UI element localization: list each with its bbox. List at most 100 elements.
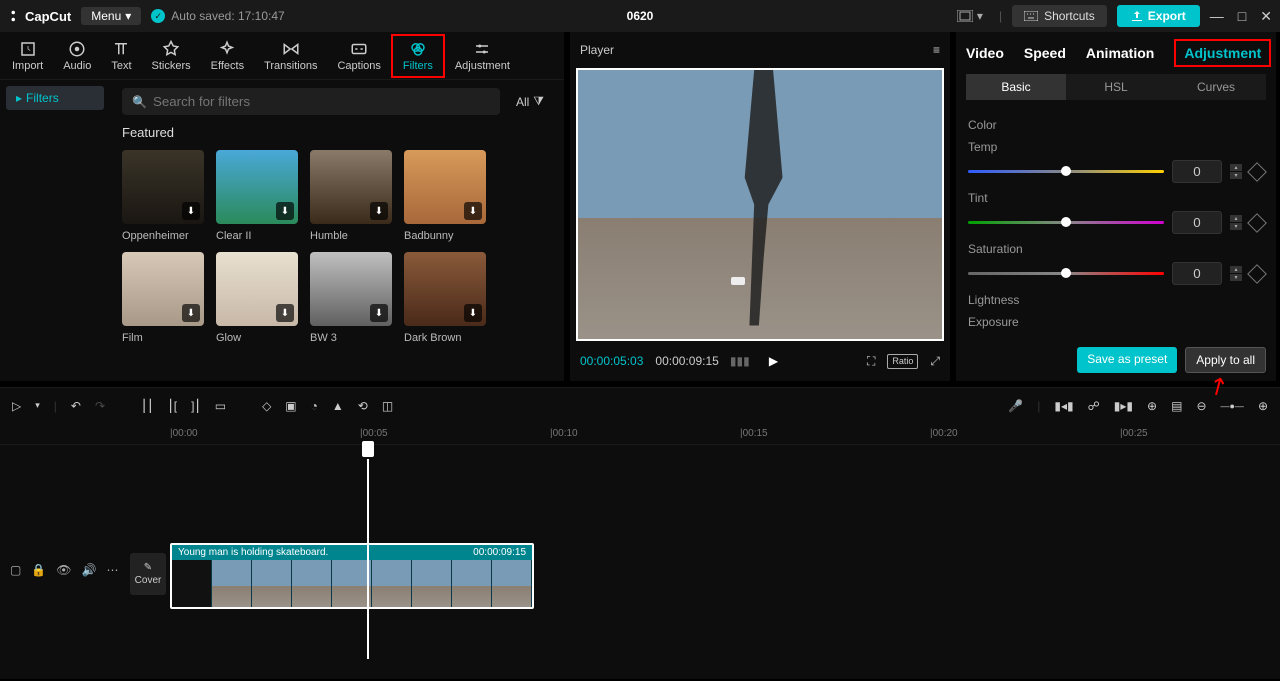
- download-icon: ⬇: [276, 304, 294, 322]
- saturation-input[interactable]: [1172, 262, 1222, 285]
- player-canvas[interactable]: [576, 68, 944, 341]
- tab-audio[interactable]: Audio: [53, 36, 101, 76]
- tab-effects[interactable]: Effects: [201, 36, 254, 76]
- temp-spinner[interactable]: ▴▾: [1230, 164, 1242, 179]
- sat-spinner[interactable]: ▴▾: [1230, 266, 1242, 281]
- tab-video[interactable]: Video: [966, 45, 1004, 61]
- chevron-down-icon[interactable]: ▾: [35, 400, 40, 411]
- export-button[interactable]: Export: [1117, 5, 1200, 27]
- mute-track-icon[interactable]: 🔊: [82, 563, 97, 577]
- temp-input[interactable]: [1172, 160, 1222, 183]
- tab-animation[interactable]: Animation: [1086, 45, 1154, 61]
- subtab-curves[interactable]: Curves: [1166, 74, 1266, 100]
- marker-icon[interactable]: ◇: [262, 399, 271, 413]
- tint-slider[interactable]: [968, 221, 1164, 224]
- text-icon: [112, 40, 130, 58]
- play-button[interactable]: ▶: [769, 354, 778, 368]
- scan-icon[interactable]: ⛶: [867, 354, 875, 369]
- timeline-ruler[interactable]: |00:00 |00:05 |00:10 |00:15 |00:20 |00:2…: [0, 423, 1280, 445]
- keyframe-icon[interactable]: [1247, 162, 1267, 182]
- apply-to-all-button[interactable]: Apply to all: [1185, 347, 1266, 373]
- cover-button[interactable]: ✎ Cover: [130, 553, 166, 595]
- tint-spinner[interactable]: ▴▾: [1230, 215, 1242, 230]
- aspect-ratio-button[interactable]: ▾: [951, 6, 989, 26]
- filter-card[interactable]: ⬇BW 3: [310, 252, 392, 344]
- current-time: 00:00:05:03: [580, 354, 643, 368]
- filter-funnel-icon: ⧩: [533, 94, 544, 109]
- tab-stickers[interactable]: Stickers: [142, 36, 201, 76]
- search-icon: 🔍: [132, 95, 147, 109]
- chevron-down-icon: ▾: [125, 9, 131, 23]
- filter-card[interactable]: ⬇Glow: [216, 252, 298, 344]
- filter-card[interactable]: ⬇Film: [122, 252, 204, 344]
- keyframe-icon[interactable]: [1247, 264, 1267, 284]
- layers-icon[interactable]: ▤: [1171, 399, 1182, 413]
- filter-card[interactable]: ⬇Oppenheimer: [122, 150, 204, 242]
- show-track-icon[interactable]: 👁: [56, 563, 71, 577]
- trim-right-icon[interactable]: ]⎮: [191, 399, 201, 413]
- split-icon[interactable]: ⎮⎮: [141, 399, 154, 413]
- snap-icon[interactable]: ▮◂▮: [1054, 399, 1073, 413]
- zoom-slider-icon[interactable]: —●—: [1221, 401, 1244, 411]
- maximize-button[interactable]: □: [1238, 8, 1246, 25]
- video-clip[interactable]: Young man is holding skateboard. 00:00:0…: [170, 543, 534, 609]
- tint-input[interactable]: [1172, 211, 1222, 234]
- zoom-out-icon[interactable]: ⊖: [1196, 399, 1206, 413]
- minimize-button[interactable]: —: [1210, 8, 1224, 25]
- filter-card[interactable]: ⬇Clear II: [216, 150, 298, 242]
- filter-card[interactable]: ⬇Humble: [310, 150, 392, 242]
- zoom-in-icon[interactable]: ⊕: [1258, 399, 1268, 413]
- search-filters-input[interactable]: 🔍: [122, 88, 500, 115]
- trim-left-icon[interactable]: ⎮[: [168, 399, 178, 413]
- tab-transitions[interactable]: Transitions: [254, 36, 327, 76]
- player-panel: Player ≡ 00:00:05:03 00:00:09:15 ▮▮▮ ▶ ⛶…: [570, 32, 950, 381]
- player-controls: 00:00:05:03 00:00:09:15 ▮▮▮ ▶ ⛶ Ratio ⤢: [570, 341, 950, 381]
- menu-button[interactable]: Menu ▾: [81, 7, 141, 25]
- filter-card[interactable]: ⬇Badbunny: [404, 150, 486, 242]
- download-icon: ⬇: [464, 304, 482, 322]
- close-button[interactable]: ✕: [1260, 8, 1272, 25]
- cursor-tool-icon[interactable]: ▷: [12, 399, 21, 413]
- tab-filters[interactable]: Filters: [391, 34, 445, 78]
- effects-icon: [218, 40, 236, 58]
- crop-icon[interactable]: ◫: [382, 399, 393, 413]
- subtab-hsl[interactable]: HSL: [1066, 74, 1166, 100]
- ratio-button[interactable]: Ratio: [887, 354, 918, 369]
- mic-icon[interactable]: 🎤: [1008, 399, 1023, 413]
- lock-track-icon[interactable]: 🔒: [31, 563, 46, 577]
- track-more-icon[interactable]: ⋯: [106, 563, 118, 577]
- rotate-icon[interactable]: ⟲: [358, 399, 368, 413]
- undo-icon[interactable]: ↶: [71, 399, 81, 413]
- temp-slider[interactable]: [968, 170, 1164, 173]
- preview-snap-icon[interactable]: ▮▸▮: [1114, 399, 1133, 413]
- tab-adjustment[interactable]: Adjustment: [1174, 39, 1271, 67]
- saturation-slider[interactable]: [968, 272, 1164, 275]
- tab-text[interactable]: Text: [101, 36, 141, 76]
- tab-adjustment[interactable]: Adjustment: [445, 36, 520, 76]
- tab-import[interactable]: Import: [2, 36, 53, 76]
- filter-card[interactable]: ⬇Dark Brown: [404, 252, 486, 344]
- delete-clip-icon[interactable]: ▭: [215, 399, 226, 413]
- sidebar-item-filters[interactable]: ▸ Filters: [6, 86, 104, 110]
- volume-icon[interactable]: ▮▮▮: [731, 352, 749, 370]
- playhead[interactable]: [367, 459, 369, 659]
- filters-icon: [409, 40, 427, 58]
- project-title: 0620: [627, 9, 654, 23]
- subtab-basic[interactable]: Basic: [966, 74, 1066, 100]
- collapse-track-icon[interactable]: ▢: [10, 563, 21, 577]
- keyframe-icon[interactable]: [1247, 213, 1267, 233]
- scissors-icon: [8, 9, 22, 23]
- all-filters-button[interactable]: All ⧩: [508, 90, 552, 113]
- link-icon[interactable]: ☍: [1088, 399, 1100, 413]
- save-preset-button[interactable]: Save as preset: [1077, 347, 1177, 373]
- fullscreen-icon[interactable]: ⤢: [930, 354, 940, 369]
- shortcuts-button[interactable]: Shortcuts: [1012, 5, 1107, 27]
- redo-icon[interactable]: ↷: [95, 399, 105, 413]
- stack-icon[interactable]: ▣: [285, 399, 296, 413]
- player-menu-icon[interactable]: ≡: [933, 43, 940, 57]
- record-icon[interactable]: ◔: [311, 399, 318, 413]
- tab-speed[interactable]: Speed: [1024, 45, 1066, 61]
- tab-captions[interactable]: Captions: [327, 36, 390, 76]
- align-icon[interactable]: ⊕: [1147, 399, 1157, 413]
- mirror-icon[interactable]: ▲: [332, 399, 344, 413]
